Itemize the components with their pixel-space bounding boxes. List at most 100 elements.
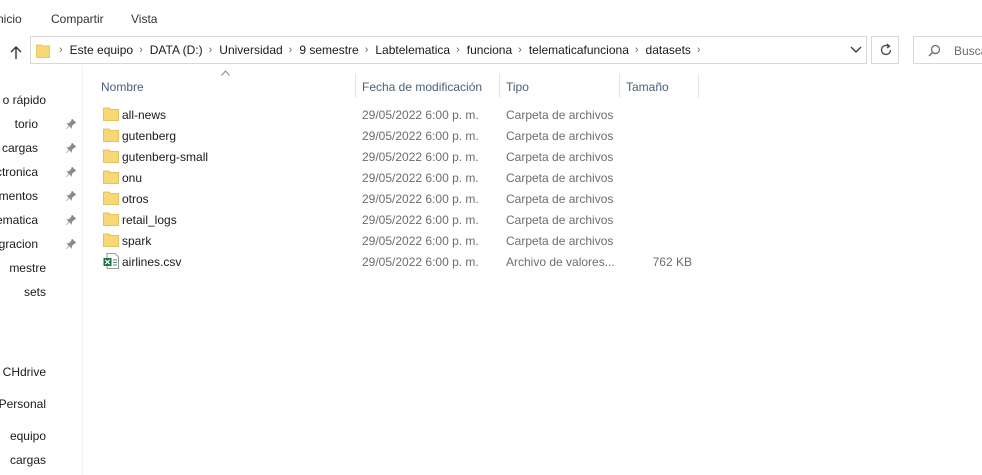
chevron-right-icon[interactable]: › [289,44,293,56]
file-type: Archivo de valores... [506,255,615,269]
chevron-right-icon[interactable]: › [59,44,63,56]
nav-item-label: o rápido [2,93,46,107]
tab-compartir[interactable]: Compartir [51,12,104,26]
file-name: onu [122,171,143,185]
crumb-universidad[interactable]: Universidad [219,43,282,57]
nav-item-este-equipo[interactable]: equipo [0,426,82,446]
search-icon [928,44,941,57]
file-row-spark[interactable]: spark 29/05/2022 6:00 p. m. Carpeta de a… [99,230,699,251]
crumb-data-drive[interactable]: DATA (D:) [150,43,203,57]
nav-item-label: rive - Personal [0,397,46,411]
folder-icon [103,212,119,226]
column-header-name[interactable]: Nombre [95,74,355,98]
nav-item-label: torio [14,117,38,131]
nav-item-telematica[interactable]: elematica [0,210,82,230]
file-name: otros [122,192,149,206]
crumb-9-semestre[interactable]: 9 semestre [299,43,358,57]
crumb-funciona[interactable]: funciona [467,43,512,57]
chevron-right-icon[interactable]: › [518,44,522,56]
file-name: airlines.csv [122,255,182,269]
column-header-type[interactable]: Tipo [500,74,619,98]
nav-item-onedrive[interactable]: CHdrive [0,362,82,382]
crumb-labtelematica[interactable]: Labtelematica [375,43,450,57]
column-header-label: Nombre [101,80,144,94]
file-type: Carpeta de archivos [506,129,614,143]
pane-divider[interactable] [82,66,83,475]
ribbon-tabs: nicio Compartir Vista [0,0,982,36]
file-row-retail-logs[interactable]: retail_logs 29/05/2022 6:00 p. m. Carpet… [99,209,699,230]
file-date: 29/05/2022 6:00 p. m. [362,129,479,143]
nav-item-descargas-2[interactable]: cargas [0,450,82,470]
file-name: gutenberg [122,129,177,143]
file-type: Carpeta de archivos [506,150,614,164]
chevron-down-icon[interactable] [850,45,862,55]
folder-icon [103,149,119,163]
nav-item-label: umentos [0,189,38,203]
column-header-label: Tamaño [626,80,669,94]
chevron-right-icon[interactable]: › [697,44,701,56]
up-button[interactable] [4,42,28,64]
pin-icon [66,215,76,225]
folder-icon [103,128,119,142]
file-row-otros[interactable]: otros 29/05/2022 6:00 p. m. Carpeta de a… [99,188,699,209]
file-type: Carpeta de archivos [506,192,614,206]
folder-icon [36,44,50,58]
file-size: 762 KB [652,255,692,269]
crumb-telematicafunciona[interactable]: telematicafunciona [529,43,629,57]
file-name: retail_logs [122,213,177,227]
refresh-button[interactable] [871,36,899,64]
folder-icon [103,107,119,121]
folder-icon [103,233,119,247]
file-name: all-news [122,108,167,122]
tab-inicio[interactable]: nicio [0,12,22,26]
file-date: 29/05/2022 6:00 p. m. [362,192,479,206]
navigation-pane: o rápido torio cargas ctronica umentos e… [0,70,82,475]
nav-item-semestre[interactable]: mestre [0,258,82,278]
address-bar[interactable]: › Este equipo › DATA (D:) › Universidad … [30,36,867,64]
column-header-label: Tipo [506,80,529,94]
chevron-right-icon[interactable]: › [365,44,369,56]
file-row-airlines-csv[interactable]: airlines.csv 29/05/2022 6:00 p. m. Archi… [99,251,699,272]
chevron-right-icon[interactable]: › [139,44,143,56]
nav-item-documentos[interactable]: umentos [0,186,82,206]
file-date: 29/05/2022 6:00 p. m. [362,234,479,248]
nav-item-integracion[interactable]: gracion [0,234,82,254]
column-header-size[interactable]: Tamaño [620,74,698,98]
file-name: gutenberg-small [122,150,209,164]
search-placeholder: Busca [954,44,982,58]
pin-icon [66,167,76,177]
column-divider[interactable] [698,74,699,98]
nav-item-label: cargas [1,141,38,155]
chevron-right-icon[interactable]: › [209,44,213,56]
file-row-gutenberg[interactable]: gutenberg 29/05/2022 6:00 p. m. Carpeta … [99,125,699,146]
chevron-right-icon[interactable]: › [635,44,639,56]
nav-item-onedrive-personal[interactable]: rive - Personal [0,394,82,414]
nav-item-label: sets [23,285,46,299]
crumb-este-equipo[interactable]: Este equipo [70,43,133,57]
file-name: spark [122,234,152,248]
nav-item-acceso-rapido[interactable]: o rápido [0,90,82,110]
search-box[interactable]: Busca [913,36,982,64]
pin-icon [66,191,76,201]
nav-item-datasets[interactable]: sets [0,282,82,302]
file-row-gutenberg-small[interactable]: gutenberg-small 29/05/2022 6:00 p. m. Ca… [99,146,699,167]
refresh-icon [880,43,892,56]
folder-icon [103,191,119,205]
nav-item-electronica[interactable]: ctronica [0,162,82,182]
file-date: 29/05/2022 6:00 p. m. [362,171,479,185]
column-header-date[interactable]: Fecha de modificación [356,74,499,98]
nav-item-label: cargas [9,453,46,467]
nav-item-label: ctronica [0,165,38,179]
nav-item-repositorio[interactable]: torio [0,114,82,134]
nav-item-label: mestre [9,261,46,275]
file-date: 29/05/2022 6:00 p. m. [362,213,479,227]
tab-vista[interactable]: Vista [131,12,157,26]
folder-icon [103,170,119,184]
file-date: 29/05/2022 6:00 p. m. [362,150,479,164]
chevron-right-icon[interactable]: › [456,44,460,56]
file-row-all-news[interactable]: all-news 29/05/2022 6:00 p. m. Carpeta d… [99,104,699,125]
nav-item-descargas[interactable]: cargas [0,138,82,158]
file-row-onu[interactable]: onu 29/05/2022 6:00 p. m. Carpeta de arc… [99,167,699,188]
nav-item-label: elematica [0,213,38,227]
crumb-datasets[interactable]: datasets [646,43,691,57]
